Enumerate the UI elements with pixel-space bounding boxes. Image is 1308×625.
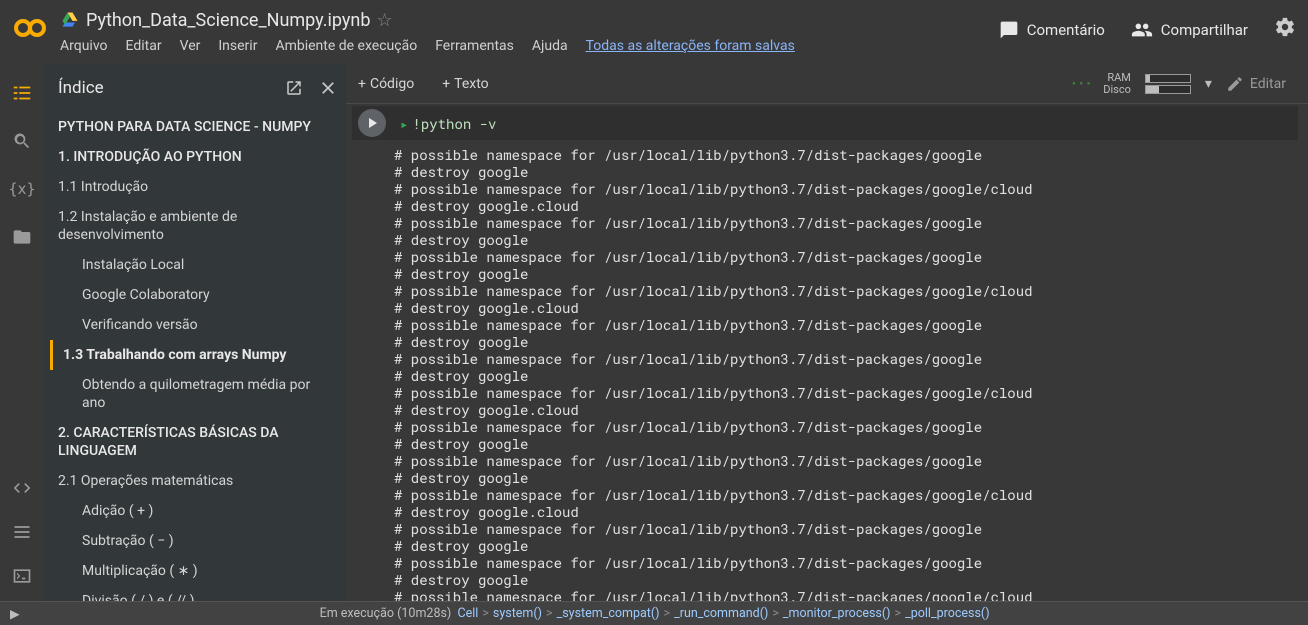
toolbar: +Código +Texto ⋯ RAM Disco ▾ Editar: [346, 64, 1308, 104]
toc-item[interactable]: 2.1 Operações matemáticas: [50, 466, 346, 496]
title-row: Python_Data_Science_Numpy.ipynb ☆: [60, 6, 795, 34]
menu-item[interactable]: Ver: [180, 38, 201, 54]
toc-item[interactable]: 1.3 Trabalhando com arrays Numpy: [50, 340, 346, 370]
toc-item[interactable]: 1.1 Introdução: [50, 172, 346, 202]
plus-icon: +: [358, 76, 366, 92]
drive-icon[interactable]: [60, 10, 80, 30]
cell-output[interactable]: # possible namespace for /usr/local/lib/…: [394, 146, 1298, 601]
toc-item[interactable]: Obtendo a quilometragem média por ano: [50, 370, 346, 418]
stack-frame-link[interactable]: _run_command(): [674, 606, 768, 621]
share-button[interactable]: Compartilhar: [1131, 19, 1248, 41]
toc-item[interactable]: 1. INTRODUÇÃO AO PYTHON: [50, 142, 346, 172]
exec-status: Em execução (10m28s): [320, 606, 452, 621]
comment-button[interactable]: Comentário: [999, 20, 1105, 40]
sidebar-header: Índice: [44, 64, 346, 112]
crumb-separator: >: [895, 606, 902, 621]
status-bar: ▶ Em execução (10m28s) Cell > system() >…: [0, 601, 1308, 625]
search-icon[interactable]: [11, 130, 33, 152]
code-snippets-icon[interactable]: [11, 477, 33, 499]
header: Python_Data_Science_Numpy.ipynb ☆ Arquiv…: [0, 0, 1308, 64]
add-text-button[interactable]: +Texto: [442, 76, 488, 92]
stack-frame-link[interactable]: system(): [493, 606, 542, 621]
comment-label: Comentário: [1027, 21, 1105, 39]
crumb-separator: >: [772, 606, 779, 621]
prompt-icon: ▸: [400, 114, 408, 133]
code-text[interactable]: !python -v: [412, 114, 496, 133]
ram-bar: [1145, 74, 1191, 83]
resources-block: ⋯ RAM Disco ▾ Editar: [1070, 71, 1308, 96]
status-arrow-icon[interactable]: ▶: [10, 606, 20, 622]
stack-frame-link[interactable]: _monitor_process(): [783, 606, 891, 621]
star-icon[interactable]: ☆: [376, 10, 392, 31]
comment-icon: [999, 20, 1019, 40]
sidebar-title: Índice: [58, 78, 104, 98]
edit-button[interactable]: Editar: [1226, 75, 1286, 93]
menu-item[interactable]: Ajuda: [532, 38, 568, 54]
stack-frame-link[interactable]: _system_compat(): [557, 606, 660, 621]
ram-label: RAM: [1103, 72, 1131, 84]
close-icon[interactable]: [314, 74, 342, 102]
resource-bars[interactable]: [1145, 74, 1191, 94]
menu-item[interactable]: Ferramentas: [435, 38, 514, 54]
add-code-button[interactable]: +Código: [358, 76, 414, 92]
settings-icon[interactable]: [1274, 16, 1296, 44]
code-cell[interactable]: ▸ !python -v # possible namespace for /u…: [352, 106, 1298, 601]
run-button[interactable]: [358, 109, 386, 137]
menu-item[interactable]: Editar: [126, 38, 162, 54]
toc-item[interactable]: Adição ( + ): [50, 496, 346, 526]
header-mid: Python_Data_Science_Numpy.ipynb ☆ Arquiv…: [60, 6, 795, 54]
colab-logo-icon[interactable]: [12, 10, 48, 46]
share-icon: [1131, 19, 1153, 41]
new-window-icon[interactable]: [280, 74, 308, 102]
menu-item[interactable]: Arquivo: [60, 38, 108, 54]
toc-item[interactable]: Instalação Local: [50, 250, 346, 280]
toc-item[interactable]: Verificando versão: [50, 310, 346, 340]
activity-dots-icon: ⋯: [1070, 71, 1089, 96]
dropdown-caret-icon[interactable]: ▾: [1205, 76, 1212, 92]
saved-status[interactable]: Todas as alterações foram salvas: [586, 38, 795, 54]
crumb-separator: >: [664, 606, 671, 621]
disk-label: Disco: [1103, 84, 1131, 96]
crumb-separator: >: [482, 606, 489, 621]
share-label: Compartilhar: [1161, 21, 1248, 39]
disk-bar: [1145, 85, 1191, 94]
menu-item[interactable]: Ambiente de execução: [275, 38, 417, 54]
toc-item[interactable]: Google Colaboratory: [50, 280, 346, 310]
toc-icon[interactable]: [11, 82, 33, 104]
toc-item[interactable]: 1.2 Instalação e ambiente de desenvolvim…: [50, 202, 346, 250]
toc-list[interactable]: PYTHON PARA DATA SCIENCE - NUMPY1. INTRO…: [44, 112, 346, 601]
crumb-separator: >: [546, 606, 553, 621]
terminal-icon[interactable]: [11, 565, 33, 587]
header-right: Comentário Compartilhar: [999, 16, 1296, 44]
toc-item[interactable]: PYTHON PARA DATA SCIENCE - NUMPY: [50, 112, 346, 142]
variables-icon[interactable]: {x}: [11, 178, 33, 200]
notebook-title[interactable]: Python_Data_Science_Numpy.ipynb: [86, 10, 370, 31]
code-input-bar: ▸ !python -v: [352, 106, 1298, 140]
edit-label: Editar: [1250, 76, 1286, 92]
pencil-icon: [1226, 75, 1244, 93]
files-icon[interactable]: [11, 226, 33, 248]
add-text-label: Texto: [454, 76, 488, 92]
toc-item[interactable]: Divisão ( / ) e ( // ): [50, 586, 346, 601]
stack-frame-link[interactable]: _poll_process(): [905, 606, 989, 621]
stack-frame-link[interactable]: Cell: [457, 606, 478, 621]
command-palette-icon[interactable]: [11, 521, 33, 543]
menu-item[interactable]: Inserir: [218, 38, 257, 54]
menu-bar: Arquivo Editar Ver Inserir Ambiente de execu…: [60, 38, 795, 54]
add-code-label: Código: [370, 76, 414, 92]
sidebar: Índice PYTHON PARA DATA SCIENCE - NUMPY1…: [44, 64, 346, 601]
ram-disk-labels: RAM Disco: [1103, 72, 1131, 96]
toc-item[interactable]: Subtração ( − ): [50, 526, 346, 556]
toc-item[interactable]: Multiplicação ( ∗ ): [50, 556, 346, 586]
left-rail: {x}: [0, 64, 44, 601]
main-area: ▸ !python -v # possible namespace for /u…: [346, 104, 1308, 601]
toc-item[interactable]: 2. CARACTERÍSTICAS BÁSICAS DA LINGUAGEM: [50, 418, 346, 466]
plus-icon: +: [442, 76, 450, 92]
stack-trace-crumbs: Cell > system() > _system_compat() > _ru…: [457, 606, 989, 621]
